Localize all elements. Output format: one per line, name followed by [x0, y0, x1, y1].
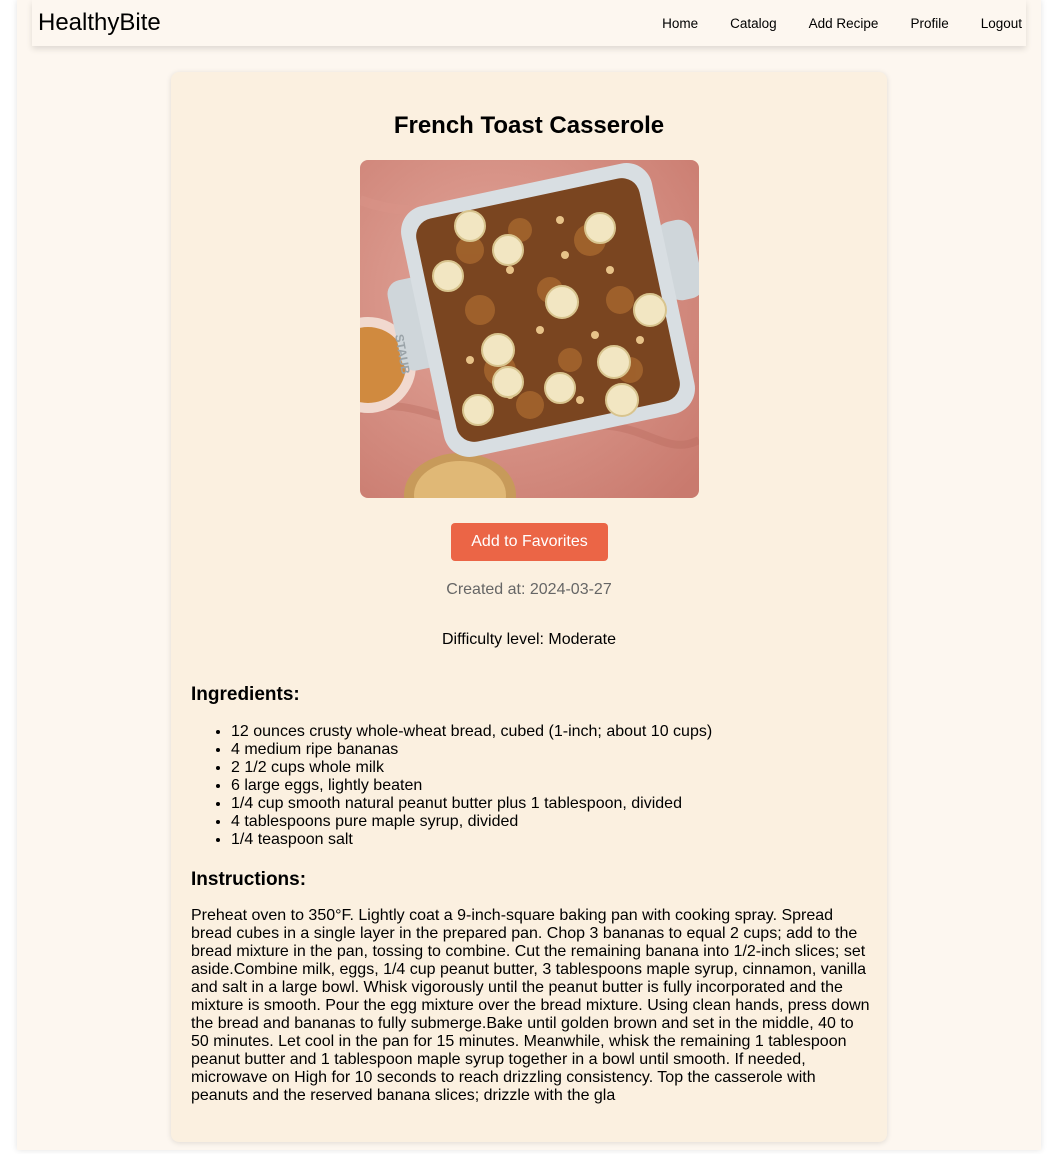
recipe-image: STAUB — [360, 160, 699, 498]
nav-link-add-recipe[interactable]: Add Recipe — [809, 16, 879, 31]
instructions-heading: Instructions: — [191, 869, 307, 890]
ingredients-heading: Ingredients: — [191, 684, 300, 705]
ingredient-item: 1/4 teaspoon salt — [231, 831, 712, 849]
nav-link-catalog[interactable]: Catalog — [730, 16, 777, 31]
brand-logo[interactable]: HealthyBite — [38, 9, 161, 37]
recipe-card: French Toast Casserole STAUB Add to Favo… — [171, 72, 887, 1142]
ingredient-item: 12 ounces crusty whole-wheat bread, cube… — [231, 723, 712, 741]
recipe-title: French Toast Casserole — [393, 112, 665, 139]
nav-link-profile[interactable]: Profile — [910, 16, 948, 31]
ingredient-item: 4 tablespoons pure maple syrup, divided — [231, 813, 712, 831]
difficulty-text: Difficulty level: Moderate — [442, 631, 616, 648]
ingredient-item: 1/4 cup smooth natural peanut butter plu… — [231, 795, 712, 813]
add-to-favorites-button[interactable]: Add to Favorites — [451, 523, 608, 561]
ingredient-item: 2 1/2 cups whole milk — [231, 759, 712, 777]
page-frame: HealthyBite Home Catalog Add Recipe Prof… — [17, 0, 1041, 1150]
created-at-text: Created at: 2024-03-27 — [446, 581, 612, 598]
ingredient-item: 4 medium ripe bananas — [231, 741, 712, 759]
nav-link-logout[interactable]: Logout — [981, 16, 1022, 31]
instructions-text: Preheat oven to 350°F. Lightly coat a 9-… — [191, 907, 870, 1104]
ingredient-item: 6 large eggs, lightly beaten — [231, 777, 712, 795]
nav-links: Home Catalog Add Recipe Profile Logout — [630, 16, 1022, 31]
nav-link-home[interactable]: Home — [662, 16, 698, 31]
navbar: HealthyBite Home Catalog Add Recipe Prof… — [32, 0, 1026, 46]
ingredients-list: 12 ounces crusty whole-wheat bread, cube… — [191, 723, 712, 849]
